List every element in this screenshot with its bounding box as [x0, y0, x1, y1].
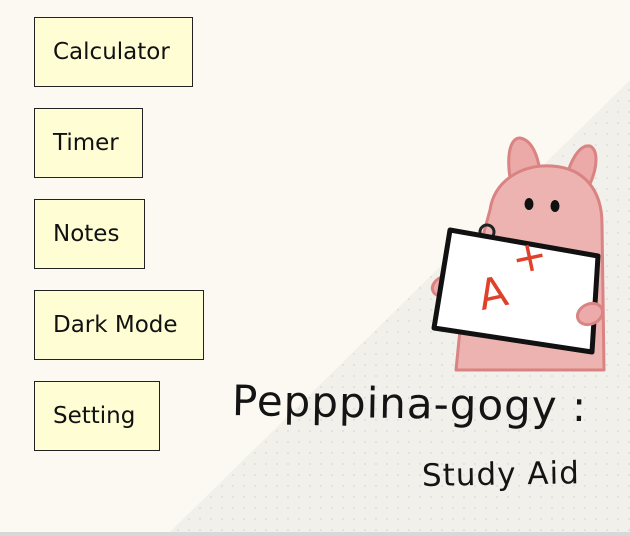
setting-button[interactable]: Setting [34, 381, 160, 451]
app-subtitle: Study Aid [421, 455, 581, 494]
dark-mode-button[interactable]: Dark Mode [34, 290, 204, 360]
window-bottom-border [0, 532, 630, 536]
notes-button[interactable]: Notes [34, 199, 145, 269]
app-window: Calculator Timer Notes Dark Mode Setting… [0, 0, 630, 532]
timer-button[interactable]: Timer [34, 108, 143, 178]
calculator-button[interactable]: Calculator [34, 17, 193, 87]
app-title: Pepppina-gogy : [231, 376, 588, 432]
pig-mascot-illustration: A + [430, 136, 606, 372]
